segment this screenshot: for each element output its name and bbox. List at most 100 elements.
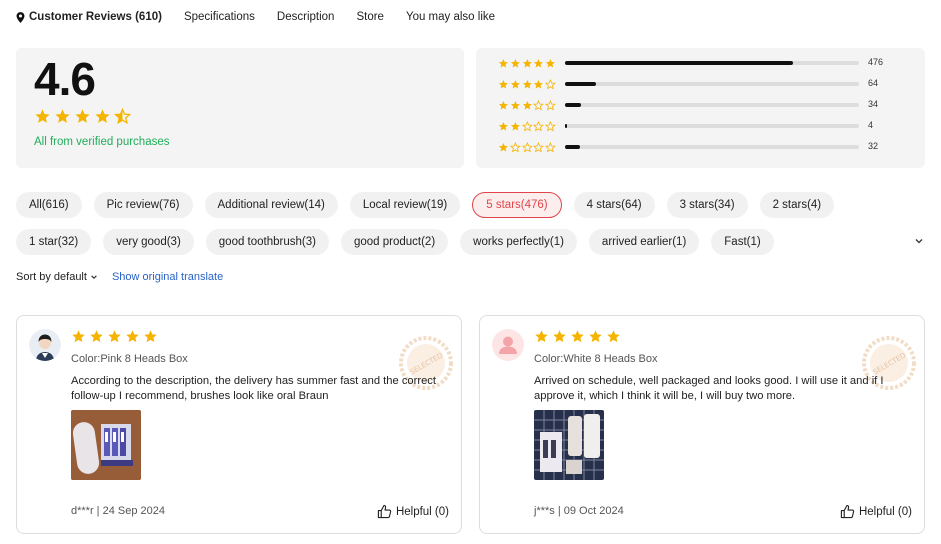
- filter-chip[interactable]: arrived earlier(1): [588, 229, 700, 255]
- review-photo[interactable]: [534, 410, 604, 480]
- review-author-date: j***s | 09 Oct 2024: [534, 505, 624, 517]
- nav-customer-reviews[interactable]: Customer Reviews (610): [16, 11, 162, 23]
- user-avatar-icon: [29, 329, 61, 361]
- bar-fill: [565, 82, 596, 86]
- filter-chip[interactable]: Pic review(76): [93, 192, 193, 218]
- nav-you-may-also-like[interactable]: You may also like: [406, 11, 495, 23]
- sort-dropdown[interactable]: Sort by default: [16, 271, 98, 283]
- nav-store[interactable]: Store: [356, 11, 384, 23]
- distribution-row-2[interactable]: 4: [498, 120, 918, 132]
- star-icon: [552, 329, 567, 344]
- user-avatar-icon: [492, 329, 524, 361]
- review-filters: All(616) Pic review(76) Additional revie…: [16, 192, 896, 266]
- verified-purchases-text: All from verified purchases: [34, 136, 170, 148]
- distribution-count: 32: [868, 141, 879, 151]
- helpful-button[interactable]: Helpful (0): [377, 504, 449, 519]
- star-icon: [510, 121, 521, 132]
- star-icon: [533, 58, 544, 69]
- star-icon: [74, 108, 91, 125]
- star-icon: [34, 108, 51, 125]
- star-icon: [570, 329, 585, 344]
- star-icon: [498, 142, 509, 153]
- sort-bar: Sort by default Show original translate: [16, 271, 223, 283]
- location-pin-icon: [16, 11, 25, 23]
- distribution-count: 34: [868, 99, 879, 109]
- review-photo[interactable]: [71, 410, 141, 480]
- star-icon: [522, 100, 533, 111]
- bar-track: [565, 145, 859, 149]
- rating-summary: 4.6 All from verified purchases: [16, 48, 464, 168]
- star-icon: [89, 329, 104, 344]
- bar-fill: [565, 103, 582, 107]
- row-stars: [498, 142, 556, 153]
- filter-chip[interactable]: Local review(19): [349, 192, 461, 218]
- filter-chip[interactable]: All(616): [16, 192, 82, 218]
- distribution-row-1[interactable]: 32: [498, 141, 918, 153]
- nav-specifications[interactable]: Specifications: [184, 11, 255, 23]
- bar-fill: [565, 61, 794, 65]
- nav-description[interactable]: Description: [277, 11, 335, 23]
- nav-label: Customer Reviews (610): [29, 11, 162, 23]
- distribution-count: 4: [868, 120, 874, 130]
- star-icon: [54, 108, 71, 125]
- helpful-label: Helpful (0): [858, 505, 912, 518]
- filter-row-1: All(616) Pic review(76) Additional revie…: [16, 192, 896, 218]
- row-stars: [498, 100, 556, 111]
- star-outline-icon: [522, 142, 533, 153]
- star-icon: [510, 79, 521, 90]
- filter-chip[interactable]: 1 star(32): [16, 229, 92, 255]
- review-text: According to the description, the delive…: [71, 375, 437, 402]
- distribution-count: 64: [868, 78, 879, 88]
- filter-chip[interactable]: 3 stars(34): [666, 192, 748, 218]
- thumbs-up-icon: [840, 504, 855, 519]
- rating-distribution: 476 64 34 4 32: [476, 48, 925, 168]
- filter-chip[interactable]: Additional review(14): [204, 192, 338, 218]
- star-icon: [498, 121, 509, 132]
- distribution-row-4[interactable]: 64: [498, 78, 918, 90]
- distribution-row-5[interactable]: 476: [498, 57, 918, 69]
- star-icon: [510, 100, 521, 111]
- star-outline-icon: [533, 142, 544, 153]
- filter-chip[interactable]: Fast(1): [711, 229, 774, 255]
- distribution-row-3[interactable]: 34: [498, 99, 918, 111]
- bar-fill: [565, 124, 568, 128]
- average-stars: [34, 108, 131, 125]
- star-icon: [498, 100, 509, 111]
- review-nav: Customer Reviews (610) Specifications De…: [16, 0, 495, 34]
- review-rating: [534, 329, 621, 344]
- star-icon: [522, 58, 533, 69]
- star-icon: [510, 58, 521, 69]
- chevron-down-icon[interactable]: [914, 236, 924, 246]
- filter-chip[interactable]: 2 stars(4): [759, 192, 835, 218]
- row-stars: [498, 79, 556, 90]
- row-stars: [498, 58, 556, 69]
- review-card: SELECTED Color:Pink 8 Heads Box Accordin…: [16, 315, 462, 534]
- star-icon: [498, 79, 509, 90]
- star-outline-icon: [533, 100, 544, 111]
- star-outline-icon: [533, 121, 544, 132]
- row-stars: [498, 121, 556, 132]
- star-icon: [533, 79, 544, 90]
- star-icon: [125, 329, 140, 344]
- sort-label: Sort by default: [16, 271, 87, 283]
- bar-track: [565, 82, 859, 86]
- star-icon: [94, 108, 111, 125]
- review-author-date: d***r | 24 Sep 2024: [71, 505, 165, 517]
- show-original-translate-link[interactable]: Show original translate: [112, 271, 223, 283]
- average-rating: 4.6: [34, 53, 96, 105]
- filter-chip-selected[interactable]: 5 stars(476): [472, 192, 562, 218]
- helpful-label: Helpful (0): [395, 505, 449, 518]
- star-outline-icon: [545, 100, 556, 111]
- filter-chip[interactable]: works perfectly(1): [460, 229, 577, 255]
- chevron-down-icon: [91, 275, 97, 280]
- product-variant: Color:Pink 8 Heads Box: [71, 353, 188, 365]
- filter-chip[interactable]: very good(3): [103, 229, 194, 255]
- star-icon: [606, 329, 621, 344]
- filter-chip[interactable]: 4 stars(64): [573, 192, 655, 218]
- bar-track: [565, 103, 859, 107]
- star-icon: [143, 329, 158, 344]
- helpful-button[interactable]: Helpful (0): [840, 504, 912, 519]
- product-variant: Color:White 8 Heads Box: [534, 353, 658, 365]
- filter-chip[interactable]: good toothbrush(3): [205, 229, 329, 255]
- filter-chip[interactable]: good product(2): [340, 229, 449, 255]
